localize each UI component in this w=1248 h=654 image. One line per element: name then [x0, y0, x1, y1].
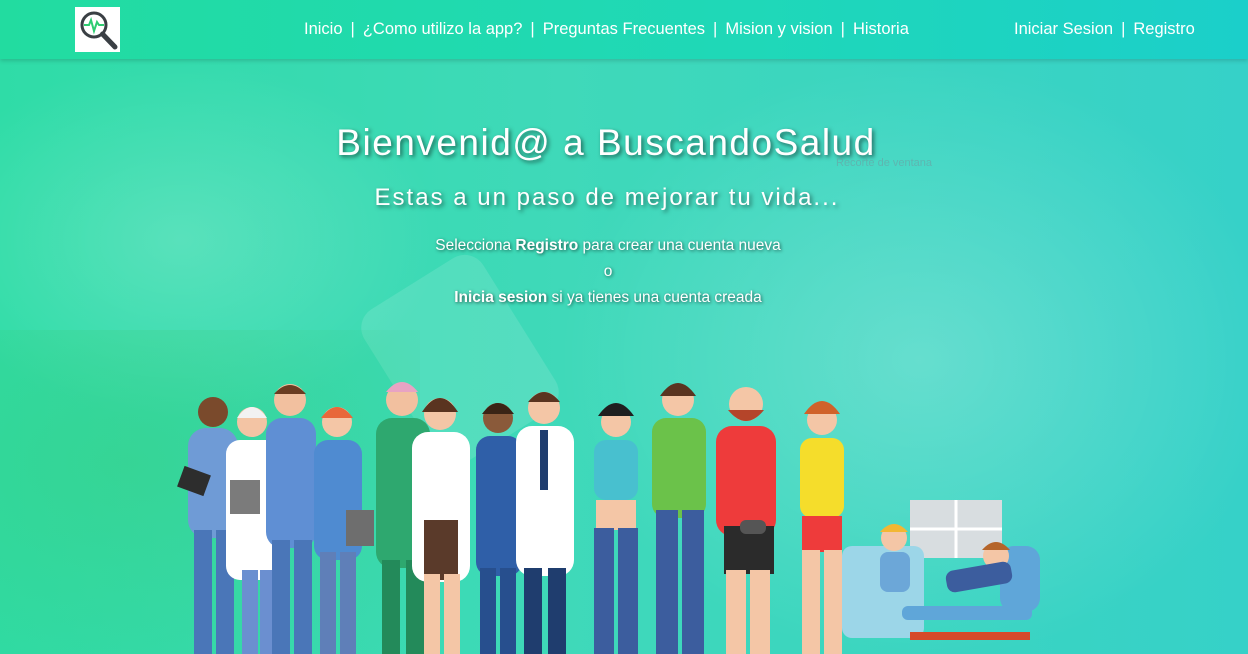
woman-figure-1 [594, 403, 638, 654]
nav-inicio[interactable]: Inicio [304, 20, 343, 38]
logo[interactable] [75, 7, 120, 52]
navbar: Inicio | ¿Como utilizo la app? | Preguntas F… [0, 0, 1248, 59]
therapy-scene [842, 500, 1040, 640]
nav-preguntas-frecuentes[interactable]: Preguntas Frecuentes [543, 20, 705, 38]
nav-como-utilizo[interactable]: ¿Como utilizo la app? [363, 20, 523, 38]
hero-title: Bienvenid@ a BuscandoSalud [336, 122, 876, 163]
instruction-line-login: Inicia sesion si ya tienes una cuenta cr… [454, 289, 762, 306]
man-figure-1 [652, 383, 706, 654]
doctor-figure-4 [516, 392, 574, 654]
nav-separator: | [350, 20, 355, 38]
faint-overlay-text: Recorte de ventana [836, 157, 933, 169]
register-link[interactable]: Registro [1133, 20, 1194, 38]
woman-figure-2 [800, 401, 844, 654]
login-emphasis: Inicia sesion [454, 289, 548, 306]
main-nav: Inicio | ¿Como utilizo la app? | Preguntas F… [304, 20, 909, 39]
auth-nav: Iniciar Sesion | Registro [1014, 20, 1195, 39]
instruction-line-or: o [603, 263, 613, 280]
nav-separator: | [840, 20, 845, 38]
magnifier-heartbeat-icon [80, 11, 118, 50]
instruction-line-register: Selecciona Registro para crear una cuent… [435, 237, 781, 254]
nav-separator: | [530, 20, 535, 38]
man-figure-2 [716, 387, 776, 654]
nurse-figure-3 [476, 403, 522, 654]
hero-subtitle: Estas a un paso de mejorar tu vida... [374, 184, 840, 211]
nav-mision-vision[interactable]: Mision y vision [725, 20, 832, 38]
people-illustration [177, 382, 1040, 654]
auth-separator: | [1121, 20, 1126, 38]
register-emphasis: Registro [515, 237, 579, 254]
nurse-figure-2 [314, 407, 374, 654]
nav-separator: | [713, 20, 718, 38]
hero-instructions: Selecciona Registro para crear una cuent… [0, 233, 1216, 311]
nav-historia[interactable]: Historia [853, 20, 909, 38]
login-link[interactable]: Iniciar Sesion [1014, 20, 1113, 38]
doctor-figure-2 [266, 384, 316, 654]
